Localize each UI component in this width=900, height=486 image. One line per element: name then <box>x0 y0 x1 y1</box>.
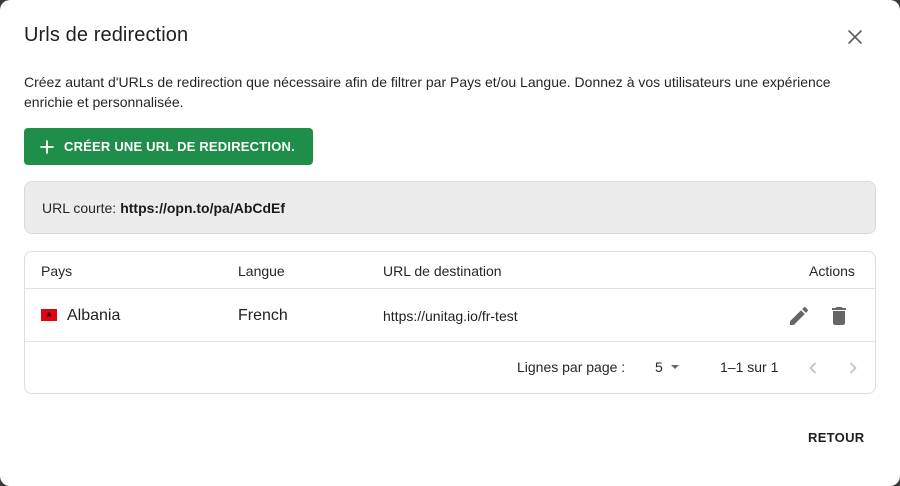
albania-flag-icon <box>41 309 57 321</box>
create-redirect-url-button[interactable]: CRÉER UNE URL DE REDIRECTION. <box>24 128 313 165</box>
table-pagination: Lignes par page : 5 1–1 sur 1 <box>25 342 875 394</box>
chevron-left-icon <box>809 362 817 374</box>
row-destination-url: https://unitag.io/fr-test <box>383 308 518 324</box>
previous-page-button[interactable] <box>801 356 825 380</box>
next-page-button[interactable] <box>841 356 865 380</box>
chevron-right-icon <box>849 362 857 374</box>
column-header-language: Langue <box>238 263 285 279</box>
edit-button[interactable] <box>787 304 811 328</box>
short-url-label: URL courte: <box>42 199 117 216</box>
close-icon <box>848 30 862 44</box>
back-button[interactable]: RETOUR <box>808 430 864 445</box>
close-button[interactable] <box>842 24 868 50</box>
column-header-destination: URL de destination <box>383 263 502 279</box>
pagination-range: 1–1 sur 1 <box>720 359 779 375</box>
dialog-description: Créez autant d'URLs de redirection que n… <box>24 74 831 110</box>
row-country: Albania <box>67 307 121 324</box>
delete-button[interactable] <box>827 304 851 328</box>
short-url-box: URL courte: https://opn.to/pa/AbCdEf <box>24 181 876 234</box>
rows-per-page-label: Lignes par page : <box>517 359 626 375</box>
column-header-actions: Actions <box>809 263 855 279</box>
chevron-down-icon <box>670 365 679 369</box>
table-header: Pays Langue URL de destination Actions <box>25 252 875 289</box>
trash-icon <box>832 307 846 325</box>
redirects-table: Pays Langue URL de destination Actions A… <box>24 251 876 394</box>
edit-pencil-icon <box>790 306 809 325</box>
row-language: French <box>238 307 288 324</box>
plus-icon <box>40 139 54 154</box>
create-button-label: CRÉER UNE URL DE REDIRECTION. <box>64 139 295 154</box>
column-header-country: Pays <box>41 263 73 279</box>
rows-per-page-select[interactable]: 5 <box>655 359 681 375</box>
table-row: Albania French https://unitag.io/fr-test <box>25 289 875 342</box>
dialog-title: Urls de redirection <box>24 24 189 46</box>
redirect-urls-dialog: Urls de redirection Créez autant d'URLs … <box>0 0 900 486</box>
short-url-value: https://opn.to/pa/AbCdEf <box>120 199 286 216</box>
rows-per-page-value: 5 <box>655 359 663 375</box>
